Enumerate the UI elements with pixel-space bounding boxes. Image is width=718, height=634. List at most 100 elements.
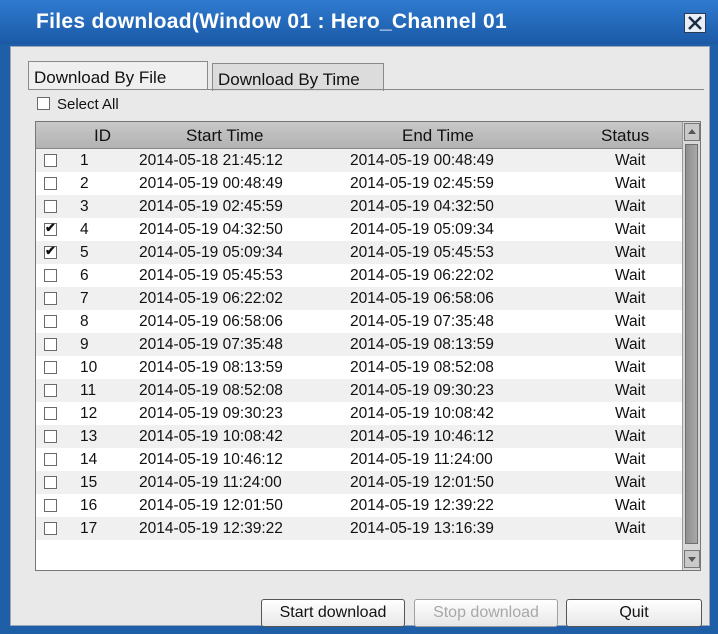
- row-checkbox[interactable]: ✔: [44, 361, 57, 374]
- scroll-up-icon[interactable]: [684, 123, 700, 141]
- cell-start-time: 2014-05-19 06:58:06: [139, 313, 283, 330]
- stop-download-button[interactable]: Stop download: [414, 599, 558, 627]
- files-download-window: Files download(Window 01 : Hero_Channel …: [0, 0, 718, 634]
- table-row[interactable]: ✔ 5 2014-05-19 05:09:34 2014-05-19 05:45:53…: [36, 241, 682, 264]
- select-all-checkbox[interactable]: ✔: [37, 97, 50, 110]
- cell-status: Wait: [615, 474, 646, 491]
- cell-end-time: 2014-05-19 08:52:08: [350, 359, 494, 376]
- cell-end-time: 2014-05-19 12:01:50: [350, 474, 494, 491]
- table-row[interactable]: ✔ 13 2014-05-19 10:08:42 2014-05-19 10:46:1…: [36, 425, 682, 448]
- cell-start-time: 2014-05-19 09:30:23: [139, 405, 283, 422]
- cell-id: 5: [80, 244, 89, 261]
- table-row[interactable]: ✔ 10 2014-05-19 08:13:59 2014-05-19 08:52:0…: [36, 356, 682, 379]
- row-checkbox[interactable]: ✔: [44, 499, 57, 512]
- row-checkbox[interactable]: ✔: [44, 269, 57, 282]
- header-id[interactable]: ID: [94, 126, 111, 146]
- tab-divider: [28, 89, 704, 90]
- cell-end-time: 2014-05-19 06:22:02: [350, 267, 494, 284]
- cell-status: Wait: [615, 382, 646, 399]
- table-row[interactable]: ✔ 8 2014-05-19 06:58:06 2014-05-19 07:35:48…: [36, 310, 682, 333]
- row-checkbox[interactable]: ✔: [44, 200, 57, 213]
- row-checkbox[interactable]: ✔: [44, 292, 57, 305]
- row-checkbox[interactable]: ✔: [44, 453, 57, 466]
- cell-end-time: 2014-05-19 05:45:53: [350, 244, 494, 261]
- cell-end-time: 2014-05-19 04:32:50: [350, 198, 494, 215]
- cell-start-time: 2014-05-19 10:08:42: [139, 428, 283, 445]
- table-row[interactable]: ✔ 11 2014-05-19 08:52:08 2014-05-19 09:30:2…: [36, 379, 682, 402]
- dialog-body: Download By File Download By Time ✔ Sele…: [10, 46, 710, 627]
- header-status[interactable]: Status: [601, 126, 649, 146]
- table-row[interactable]: ✔ 14 2014-05-19 10:46:12 2014-05-19 11:24:0…: [36, 448, 682, 471]
- row-checkbox[interactable]: ✔: [44, 522, 57, 535]
- cell-end-time: 2014-05-19 02:45:59: [350, 175, 494, 192]
- table-row[interactable]: ✔ 4 2014-05-19 04:32:50 2014-05-19 05:09:34…: [36, 218, 682, 241]
- cell-status: Wait: [615, 428, 646, 445]
- title-bar[interactable]: Files download(Window 01 : Hero_Channel …: [0, 0, 718, 44]
- cell-start-time: 2014-05-19 05:45:53: [139, 267, 283, 284]
- cell-end-time: 2014-05-19 08:13:59: [350, 336, 494, 353]
- row-checkbox[interactable]: ✔: [44, 476, 57, 489]
- cell-id: 8: [80, 313, 89, 330]
- row-checkbox[interactable]: ✔: [44, 407, 57, 420]
- cell-id: 2: [80, 175, 89, 192]
- row-checkbox[interactable]: ✔: [44, 384, 57, 397]
- cell-start-time: 2014-05-19 04:32:50: [139, 221, 283, 238]
- table-row[interactable]: ✔ 7 2014-05-19 06:22:02 2014-05-19 06:58:06…: [36, 287, 682, 310]
- table-row[interactable]: ✔ 16 2014-05-19 12:01:50 2014-05-19 12:39:2…: [36, 494, 682, 517]
- cell-start-time: 2014-05-19 08:13:59: [139, 359, 283, 376]
- cell-end-time: 2014-05-19 12:39:22: [350, 497, 494, 514]
- cell-status: Wait: [615, 497, 646, 514]
- cell-status: Wait: [615, 451, 646, 468]
- table-row[interactable]: ✔ 1 2014-05-18 21:45:12 2014-05-19 00:48:49…: [36, 149, 682, 172]
- cell-id: 12: [80, 405, 98, 422]
- cell-start-time: 2014-05-19 12:01:50: [139, 497, 283, 514]
- table-row[interactable]: ✔ 3 2014-05-19 02:45:59 2014-05-19 04:32:50…: [36, 195, 682, 218]
- cell-id: 13: [80, 428, 98, 445]
- cell-end-time: 2014-05-19 00:48:49: [350, 152, 494, 169]
- header-start-time[interactable]: Start Time: [186, 126, 263, 146]
- row-checkbox[interactable]: ✔: [44, 430, 57, 443]
- table-header: ID Start Time End Time Status: [36, 122, 682, 149]
- row-checkbox[interactable]: ✔: [44, 177, 57, 190]
- cell-status: Wait: [615, 244, 646, 261]
- vertical-scrollbar[interactable]: [682, 122, 700, 570]
- cell-status: Wait: [615, 221, 646, 238]
- cell-id: 10: [80, 359, 98, 376]
- table-row[interactable]: ✔ 15 2014-05-19 11:24:00 2014-05-19 12:01:5…: [36, 471, 682, 494]
- row-checkbox[interactable]: ✔: [44, 315, 57, 328]
- row-checkbox[interactable]: ✔: [44, 221, 57, 236]
- cell-end-time: 2014-05-19 13:16:39: [350, 520, 494, 537]
- select-all-label: Select All: [57, 96, 119, 113]
- tab-download-by-file[interactable]: Download By File: [28, 61, 208, 89]
- file-list: ID Start Time End Time Status ✔ 1 2014-05-…: [35, 121, 701, 571]
- cell-status: Wait: [615, 290, 646, 307]
- cell-start-time: 2014-05-19 08:52:08: [139, 382, 283, 399]
- table-row[interactable]: ✔ 9 2014-05-19 07:35:48 2014-05-19 08:13:59…: [36, 333, 682, 356]
- cell-start-time: 2014-05-19 07:35:48: [139, 336, 283, 353]
- table-row[interactable]: ✔ 2 2014-05-19 00:48:49 2014-05-19 02:45:59…: [36, 172, 682, 195]
- table-row[interactable]: ✔ 17 2014-05-19 12:39:22 2014-05-19 13:16:3…: [36, 517, 682, 540]
- cell-status: Wait: [615, 152, 646, 169]
- cell-end-time: 2014-05-19 09:30:23: [350, 382, 494, 399]
- close-icon[interactable]: [684, 13, 706, 33]
- start-download-button[interactable]: Start download: [261, 599, 405, 627]
- row-checkbox[interactable]: ✔: [44, 338, 57, 351]
- table-row[interactable]: ✔ 12 2014-05-19 09:30:23 2014-05-19 10:08:4…: [36, 402, 682, 425]
- cell-start-time: 2014-05-18 21:45:12: [139, 152, 283, 169]
- scroll-down-icon[interactable]: [684, 550, 700, 568]
- tab-download-by-time[interactable]: Download By Time: [212, 63, 384, 91]
- cell-end-time: 2014-05-19 10:46:12: [350, 428, 494, 445]
- row-checkbox[interactable]: ✔: [44, 244, 57, 259]
- cell-start-time: 2014-05-19 00:48:49: [139, 175, 283, 192]
- quit-button[interactable]: Quit: [566, 599, 702, 627]
- cell-id: 4: [80, 221, 89, 238]
- cell-status: Wait: [615, 313, 646, 330]
- cell-id: 1: [80, 152, 89, 169]
- cell-end-time: 2014-05-19 11:24:00: [350, 451, 493, 468]
- row-checkbox[interactable]: ✔: [44, 154, 57, 167]
- header-end-time[interactable]: End Time: [402, 126, 474, 146]
- table-row[interactable]: ✔ 6 2014-05-19 05:45:53 2014-05-19 06:22:02…: [36, 264, 682, 287]
- cell-status: Wait: [615, 336, 646, 353]
- cell-start-time: 2014-05-19 10:46:12: [139, 451, 283, 468]
- scroll-thumb[interactable]: [685, 144, 698, 544]
